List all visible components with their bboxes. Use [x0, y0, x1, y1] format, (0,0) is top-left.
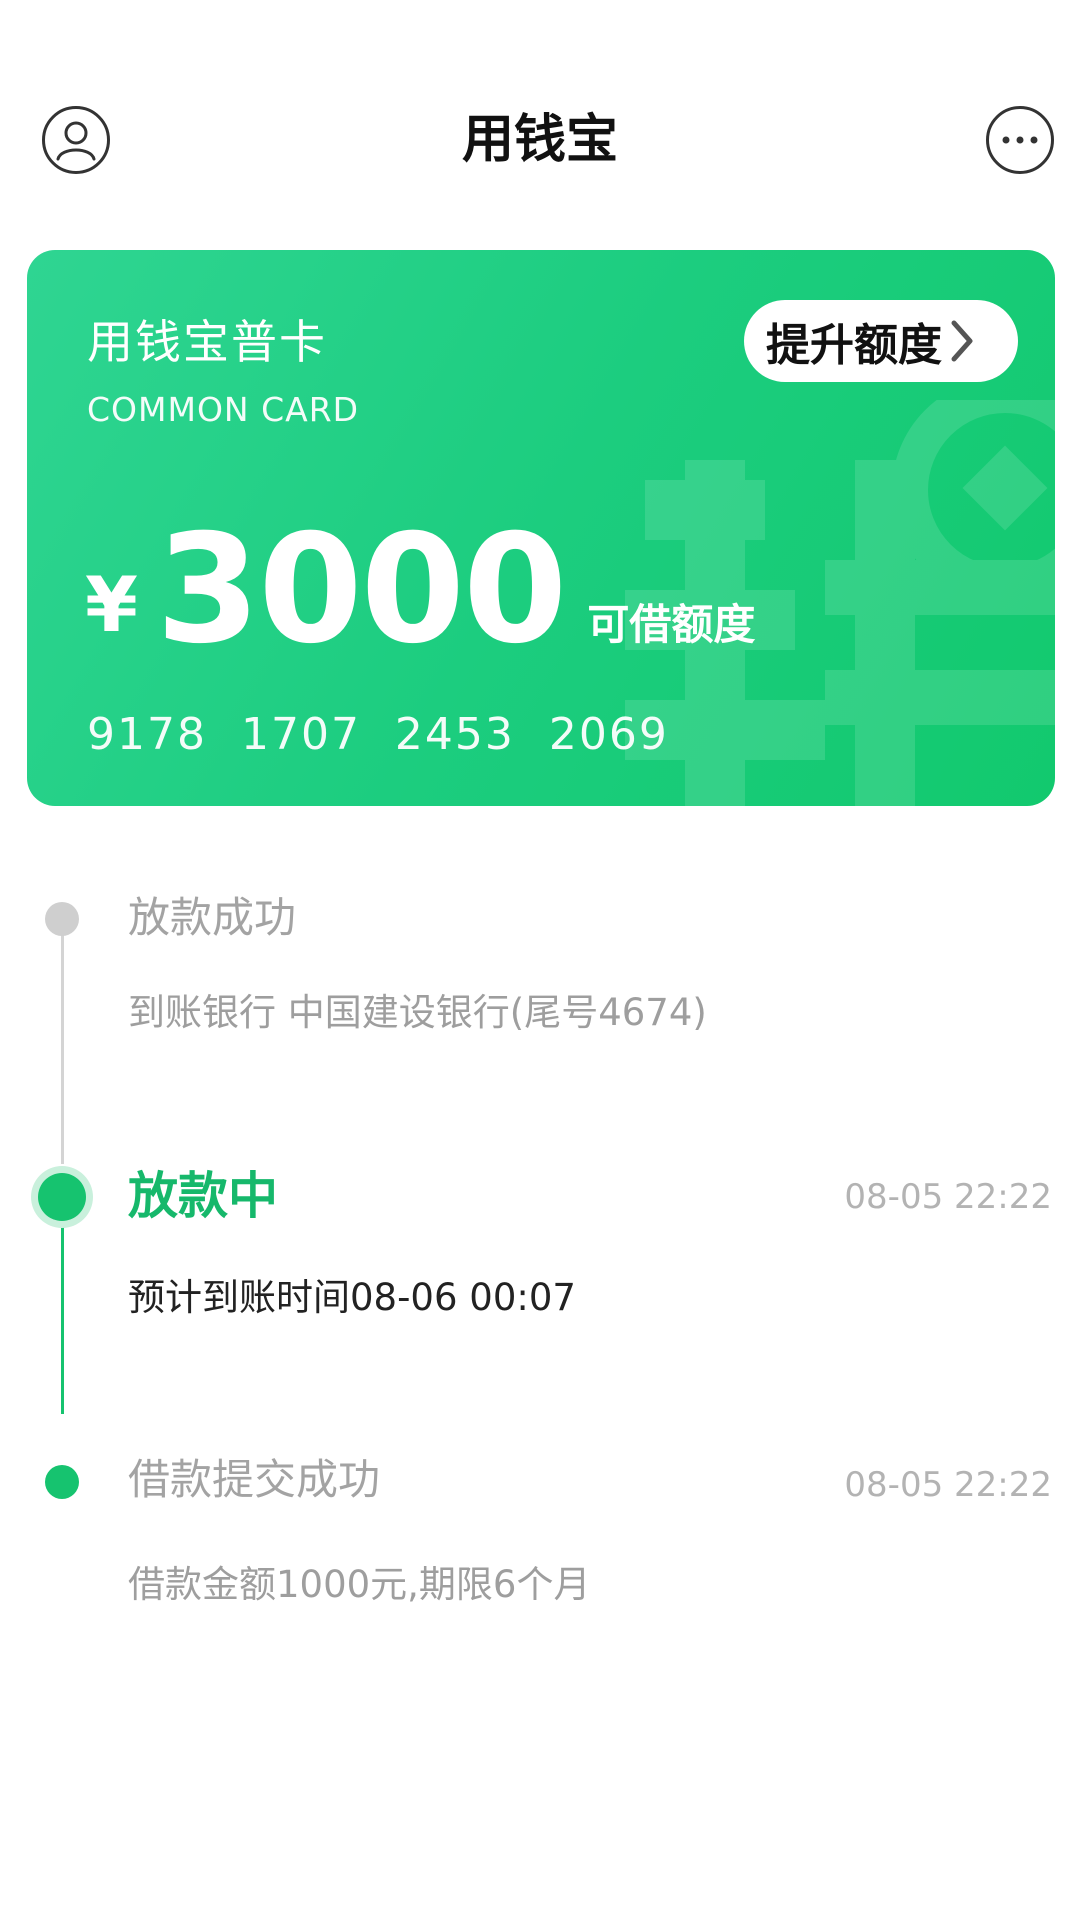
timeline-connector-done — [61, 1194, 64, 1414]
card-name: 用钱宝普卡 — [87, 315, 327, 369]
credit-amount-row: ¥ 3000 可借额度 — [85, 503, 756, 677]
timeline-title-active: 放款中 — [128, 1167, 278, 1225]
upgrade-limit-button[interactable]: 提升额度 — [744, 300, 1018, 382]
more-icon[interactable] — [986, 106, 1054, 174]
timeline-dot-done — [45, 1465, 79, 1499]
timeline-desc: 到账银行 中国建设银行(尾号4674) — [128, 991, 707, 1034]
more-dots-glyph — [1002, 136, 1038, 144]
timeline-time: 08-05 22:22 — [844, 1177, 1052, 1217]
app-header: 用钱宝 — [0, 0, 1080, 230]
timeline-desc: 借款金额1000元,期限6个月 — [128, 1563, 591, 1606]
timeline-time: 08-05 22:22 — [844, 1465, 1052, 1505]
upgrade-limit-label: 提升额度 — [766, 320, 942, 371]
timeline-dot-active — [38, 1173, 86, 1221]
credit-card[interactable]: 用钱宝普卡 COMMON CARD 提升额度 ¥ 3000 可借额度 9178 … — [27, 250, 1055, 806]
card-sub-name: COMMON CARD — [87, 390, 360, 429]
credit-amount-label: 可借额度 — [587, 600, 756, 649]
timeline-title: 放款成功 — [128, 893, 297, 942]
chevron-right-icon — [951, 320, 973, 362]
page-title: 用钱宝 — [461, 110, 618, 170]
loan-status-timeline: 放款成功 到账银行 中国建设银行(尾号4674) 放款中 08-05 22:22… — [0, 860, 1080, 1620]
timeline-dot-pending — [45, 902, 79, 936]
timeline-title: 借款提交成功 — [128, 1455, 381, 1504]
credit-amount: 3000 — [155, 503, 567, 677]
currency-symbol: ¥ — [85, 560, 138, 649]
card-number: 9178 1707 2453 2069 — [87, 709, 669, 760]
timeline-connector-pending — [61, 934, 64, 1164]
timeline-desc-active: 预计到账时间08-06 00:07 — [128, 1276, 576, 1319]
